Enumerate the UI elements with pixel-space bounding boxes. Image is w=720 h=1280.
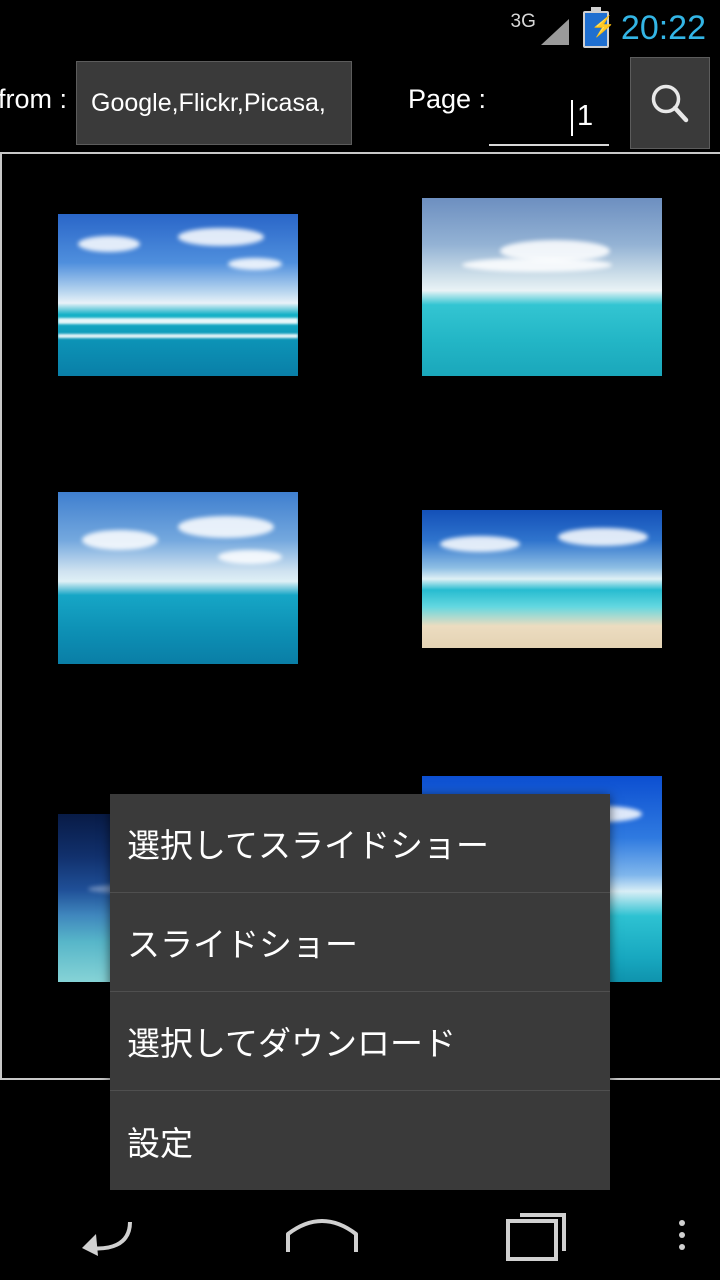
status-clock: 20:22 [620,9,706,47]
status-bar: 3G ⚡ 20:22 [0,0,720,54]
thumbnail-2[interactable] [422,198,662,376]
menu-item-settings[interactable]: 設定 [110,1091,610,1190]
menu-item-slideshow[interactable]: スライドショー [110,893,610,992]
search-toolbar: from : Google,Flickr,Picasa, Page : 1 [0,54,720,152]
menu-item-label: スライドショー [127,926,358,963]
back-icon [82,1221,133,1256]
nav-overflow-button[interactable] [644,1190,720,1280]
from-label: from : [0,84,68,114]
overflow-menu-icon [679,1220,686,1250]
system-navigation-bar [0,1190,720,1280]
context-menu[interactable]: 選択してスライドショー スライドショー 選択してダウンロード 設定 [110,794,610,1190]
source-select[interactable]: Google,Flickr,Picasa, [76,61,352,145]
page-input[interactable]: 1 [489,100,609,146]
nav-home-button[interactable] [215,1190,430,1280]
thumbnail-3[interactable] [58,492,298,664]
menu-item-label: 設定 [127,1124,193,1162]
search-button[interactable] [630,57,710,149]
page-label: Page : [408,84,487,114]
menu-item-select-slideshow[interactable]: 選択してスライドショー [110,794,610,893]
recents-icon [505,1213,566,1261]
nav-recents-button[interactable] [429,1190,644,1280]
text-caret [571,100,573,136]
home-icon [286,1219,358,1252]
thumbnail-4[interactable] [422,510,662,648]
nav-back-button[interactable] [0,1190,215,1280]
page-input-value: 1 [577,100,594,132]
signal-bars-icon [539,15,569,45]
network-type-label: 3G [510,10,536,32]
menu-item-label: 選択してダウンロード [127,1025,457,1062]
source-select-value: Google,Flickr,Picasa, [91,88,326,117]
menu-item-label: 選択してスライドショー [127,827,490,864]
thumbnail-1[interactable] [58,214,298,376]
search-icon [651,84,689,123]
menu-item-select-download[interactable]: 選択してダウンロード [110,992,610,1091]
battery-charging-icon: ⚡ [582,6,616,48]
